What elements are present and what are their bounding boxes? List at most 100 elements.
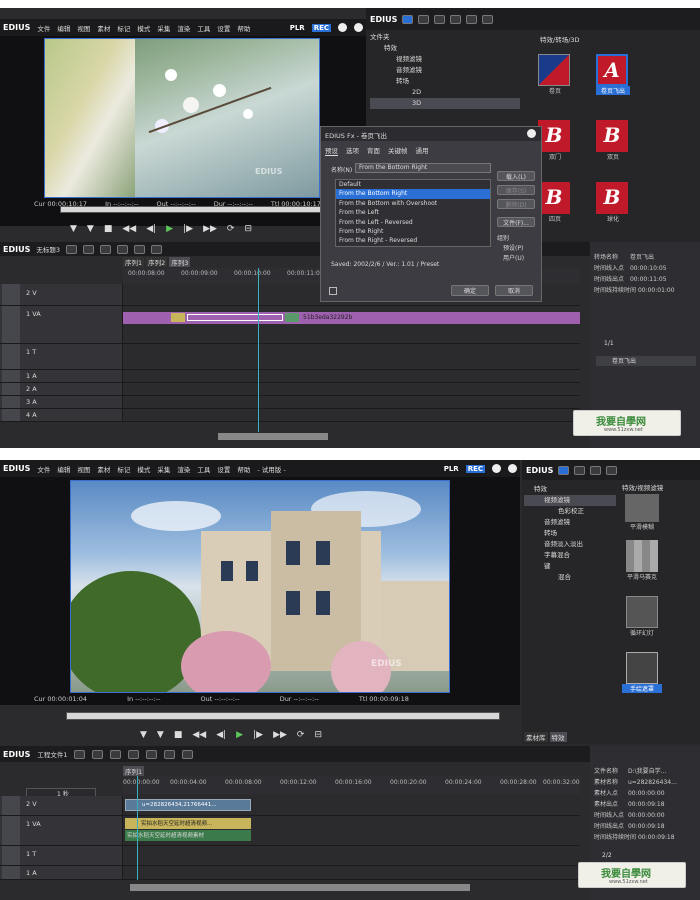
- preset-list[interactable]: Default From the Bottom Right From the B…: [335, 179, 491, 247]
- step-forward-icon[interactable]: |▶: [183, 224, 193, 234]
- menu-help[interactable]: 帮助: [237, 23, 250, 33]
- dialog-close-icon[interactable]: [527, 129, 536, 138]
- tab-options[interactable]: 选项: [346, 145, 359, 156]
- menu-settings[interactable]: 设置: [217, 464, 230, 474]
- tree-item-selected[interactable]: 视频滤镜: [524, 495, 616, 506]
- tree-item[interactable]: 音频淡入淡出: [524, 539, 616, 550]
- folder-icon[interactable]: [558, 465, 570, 475]
- cut-icon[interactable]: [116, 244, 128, 254]
- menu-edit[interactable]: 编辑: [57, 464, 70, 474]
- list-item[interactable]: Default: [336, 180, 490, 189]
- minimize-icon[interactable]: [492, 464, 501, 473]
- thumb-item[interactable]: 卷页: [538, 54, 572, 104]
- radio-preset[interactable]: 预设(P): [503, 243, 523, 252]
- insert-icon[interactable]: ⊟: [244, 224, 252, 234]
- menu-tools[interactable]: 工具: [197, 464, 210, 474]
- info-item[interactable]: 卷页飞出: [596, 356, 696, 366]
- radio-user[interactable]: 用户(U): [503, 253, 524, 262]
- close-icon[interactable]: [508, 464, 517, 473]
- name-field[interactable]: From the Bottom Right: [355, 163, 491, 173]
- preview-scrubber[interactable]: [60, 206, 360, 213]
- clip-image[interactable]: u=282826434,21766441...: [125, 799, 251, 811]
- menu-view[interactable]: 视图: [77, 464, 90, 474]
- clip-video[interactable]: 实拍水稻天空延时超清视频...: [125, 818, 251, 829]
- preview-scrubber[interactable]: [66, 712, 500, 720]
- new-project-icon[interactable]: [65, 244, 77, 254]
- tree-item[interactable]: 键: [524, 561, 616, 572]
- tree-item[interactable]: 色彩校正: [524, 506, 616, 517]
- menu-clip[interactable]: 素材: [97, 464, 110, 474]
- timeline-ruler[interactable]: 00:00:00:00 00:00:04:00 00:00:08:00 00:0…: [123, 776, 580, 794]
- playhead[interactable]: [258, 268, 259, 432]
- save-button[interactable]: 保存(S): [497, 185, 535, 195]
- rec-label[interactable]: REC: [465, 464, 485, 473]
- fast-forward-icon[interactable]: ▶▶: [273, 730, 287, 740]
- loop-icon[interactable]: ⟳: [297, 730, 305, 740]
- tree-item-selected[interactable]: 3D: [370, 98, 520, 109]
- set-in-icon[interactable]: ▼: [140, 730, 147, 740]
- tree-item[interactable]: 特效: [370, 43, 520, 54]
- thumb-item[interactable]: 平滑模糊: [622, 494, 662, 534]
- thumb-item[interactable]: B 双门: [538, 120, 572, 170]
- delete-icon[interactable]: [450, 14, 462, 24]
- list-item-selected[interactable]: From the Bottom Right: [336, 189, 490, 199]
- list-item[interactable]: From the Left - Reversed: [336, 218, 490, 227]
- new-icon[interactable]: [434, 14, 446, 24]
- lock-icon[interactable]: [482, 14, 494, 24]
- tab-effects[interactable]: 特效: [549, 732, 567, 742]
- step-forward-icon[interactable]: |▶: [253, 730, 263, 740]
- tree-item[interactable]: 视频滤镜: [370, 54, 520, 65]
- menu-edit[interactable]: 编辑: [57, 23, 70, 33]
- tree-item[interactable]: 字幕混合: [524, 550, 616, 561]
- tab-general[interactable]: 通用: [416, 145, 429, 156]
- menu-capture[interactable]: 采集: [157, 464, 170, 474]
- list-item[interactable]: From the Bottom with Overshoot: [336, 199, 490, 208]
- copy-icon[interactable]: [146, 749, 158, 759]
- cut-icon[interactable]: [128, 749, 140, 759]
- file-button[interactable]: 文件(F)...: [497, 217, 535, 227]
- thumb-item[interactable]: B 四页: [538, 182, 572, 232]
- close-icon[interactable]: [354, 23, 363, 32]
- thumb-item[interactable]: 平滑马赛克: [622, 540, 662, 584]
- thumb-item[interactable]: B 球化: [596, 182, 630, 232]
- rewind-icon[interactable]: ◀◀: [192, 730, 206, 740]
- undo-icon[interactable]: [164, 749, 176, 759]
- tab-seq1[interactable]: 序列1: [123, 257, 145, 267]
- menu-render[interactable]: 渲染: [177, 23, 190, 33]
- tab-keyframe[interactable]: 关键帧: [388, 145, 408, 156]
- thumb-item[interactable]: 循环幻灯: [622, 596, 662, 640]
- step-back-icon[interactable]: ◀|: [216, 730, 226, 740]
- set-out-icon[interactable]: ▼: [87, 224, 94, 234]
- menu-help[interactable]: 帮助: [237, 464, 250, 474]
- insert-icon[interactable]: ⊟: [314, 730, 322, 740]
- loop-icon[interactable]: ⟳: [227, 224, 235, 234]
- play-icon[interactable]: ▶: [236, 730, 243, 740]
- list-item[interactable]: From the Right - Reversed: [336, 236, 490, 245]
- menu-marker[interactable]: 标记: [117, 23, 130, 33]
- rec-label[interactable]: REC: [311, 23, 331, 32]
- redo-icon[interactable]: [182, 749, 194, 759]
- tree-item[interactable]: 转场: [370, 76, 520, 87]
- minimize-icon[interactable]: [338, 23, 347, 32]
- thumb-item-selected[interactable]: A 卷页飞出: [596, 54, 630, 104]
- new-icon[interactable]: [590, 465, 602, 475]
- up-icon[interactable]: [574, 465, 586, 475]
- ok-button[interactable]: 确定: [451, 285, 489, 296]
- menu-file[interactable]: 文件: [37, 23, 50, 33]
- copy-icon[interactable]: [133, 244, 145, 254]
- playhead[interactable]: [137, 776, 138, 880]
- delete-button[interactable]: 删除(D): [497, 199, 535, 209]
- tree-item[interactable]: 特效: [524, 484, 616, 495]
- set-in-icon[interactable]: ▼: [70, 224, 77, 234]
- tree-item[interactable]: 转场: [524, 528, 616, 539]
- menu-file[interactable]: 文件: [37, 464, 50, 474]
- list-item[interactable]: From the Left: [336, 208, 490, 217]
- menu-mode[interactable]: 模式: [137, 464, 150, 474]
- tab-seq3[interactable]: 序列3: [169, 257, 191, 267]
- tree-item[interactable]: 2D: [370, 87, 520, 98]
- seq-tab[interactable]: 序列1: [123, 766, 145, 776]
- view-icon[interactable]: [466, 14, 478, 24]
- thumb-item[interactable]: B 双页: [596, 120, 630, 170]
- clip-purple[interactable]: 51b3eda32292b: [123, 312, 580, 324]
- save-icon[interactable]: [99, 244, 111, 254]
